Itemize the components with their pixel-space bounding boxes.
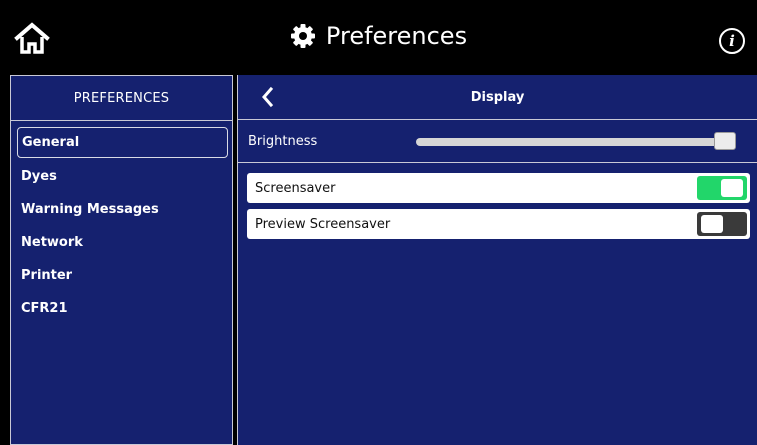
- top-bar: Preferences i: [0, 0, 757, 74]
- screensaver-label: Screensaver: [255, 180, 336, 196]
- toggle-knob: [701, 215, 723, 233]
- sidebar-item-label: General: [22, 135, 80, 150]
- brightness-label: Brightness: [248, 134, 318, 149]
- info-button[interactable]: i: [719, 28, 745, 54]
- preview-screensaver-toggle[interactable]: [697, 212, 747, 236]
- brightness-row: Brightness: [238, 122, 757, 163]
- main-header: Display: [238, 75, 757, 120]
- sidebar-item-network[interactable]: Network: [11, 226, 232, 259]
- brightness-slider-thumb[interactable]: [714, 132, 736, 150]
- chevron-left-icon: [262, 86, 274, 108]
- back-button[interactable]: [258, 85, 278, 109]
- gear-icon: [290, 24, 315, 48]
- sidebar-item-label: Printer: [21, 268, 73, 283]
- preview-screensaver-row[interactable]: Preview Screensaver: [247, 209, 750, 239]
- sidebar-item-label: CFR21: [21, 301, 68, 316]
- sidebar-list: General Dyes Warning Messages Network Pr…: [11, 121, 232, 325]
- page-title: Preferences: [325, 22, 468, 50]
- sidebar-item-printer[interactable]: Printer: [11, 259, 232, 292]
- section-title: Display: [470, 89, 525, 105]
- main-panel: Display Brightness Screensaver Preview S…: [237, 75, 757, 445]
- info-icon: i: [729, 32, 735, 50]
- sidebar-item-label: Dyes: [21, 169, 57, 184]
- screensaver-toggle[interactable]: [697, 176, 747, 200]
- toggle-knob: [721, 179, 743, 197]
- title-group: Preferences: [0, 20, 757, 52]
- sidebar-item-dyes[interactable]: Dyes: [11, 160, 232, 193]
- sidebar-item-label: Network: [21, 235, 83, 250]
- preview-screensaver-label: Preview Screensaver: [255, 216, 391, 232]
- sidebar-item-warning-messages[interactable]: Warning Messages: [11, 193, 232, 226]
- brightness-slider[interactable]: [416, 132, 736, 150]
- sidebar-header: PREFERENCES: [11, 76, 232, 121]
- screensaver-row[interactable]: Screensaver: [247, 173, 750, 203]
- sidebar-item-general[interactable]: General: [17, 127, 228, 158]
- sidebar-item-label: Warning Messages: [21, 202, 159, 217]
- sidebar: PREFERENCES General Dyes Warning Message…: [10, 75, 233, 445]
- sidebar-item-cfr21[interactable]: CFR21: [11, 292, 232, 325]
